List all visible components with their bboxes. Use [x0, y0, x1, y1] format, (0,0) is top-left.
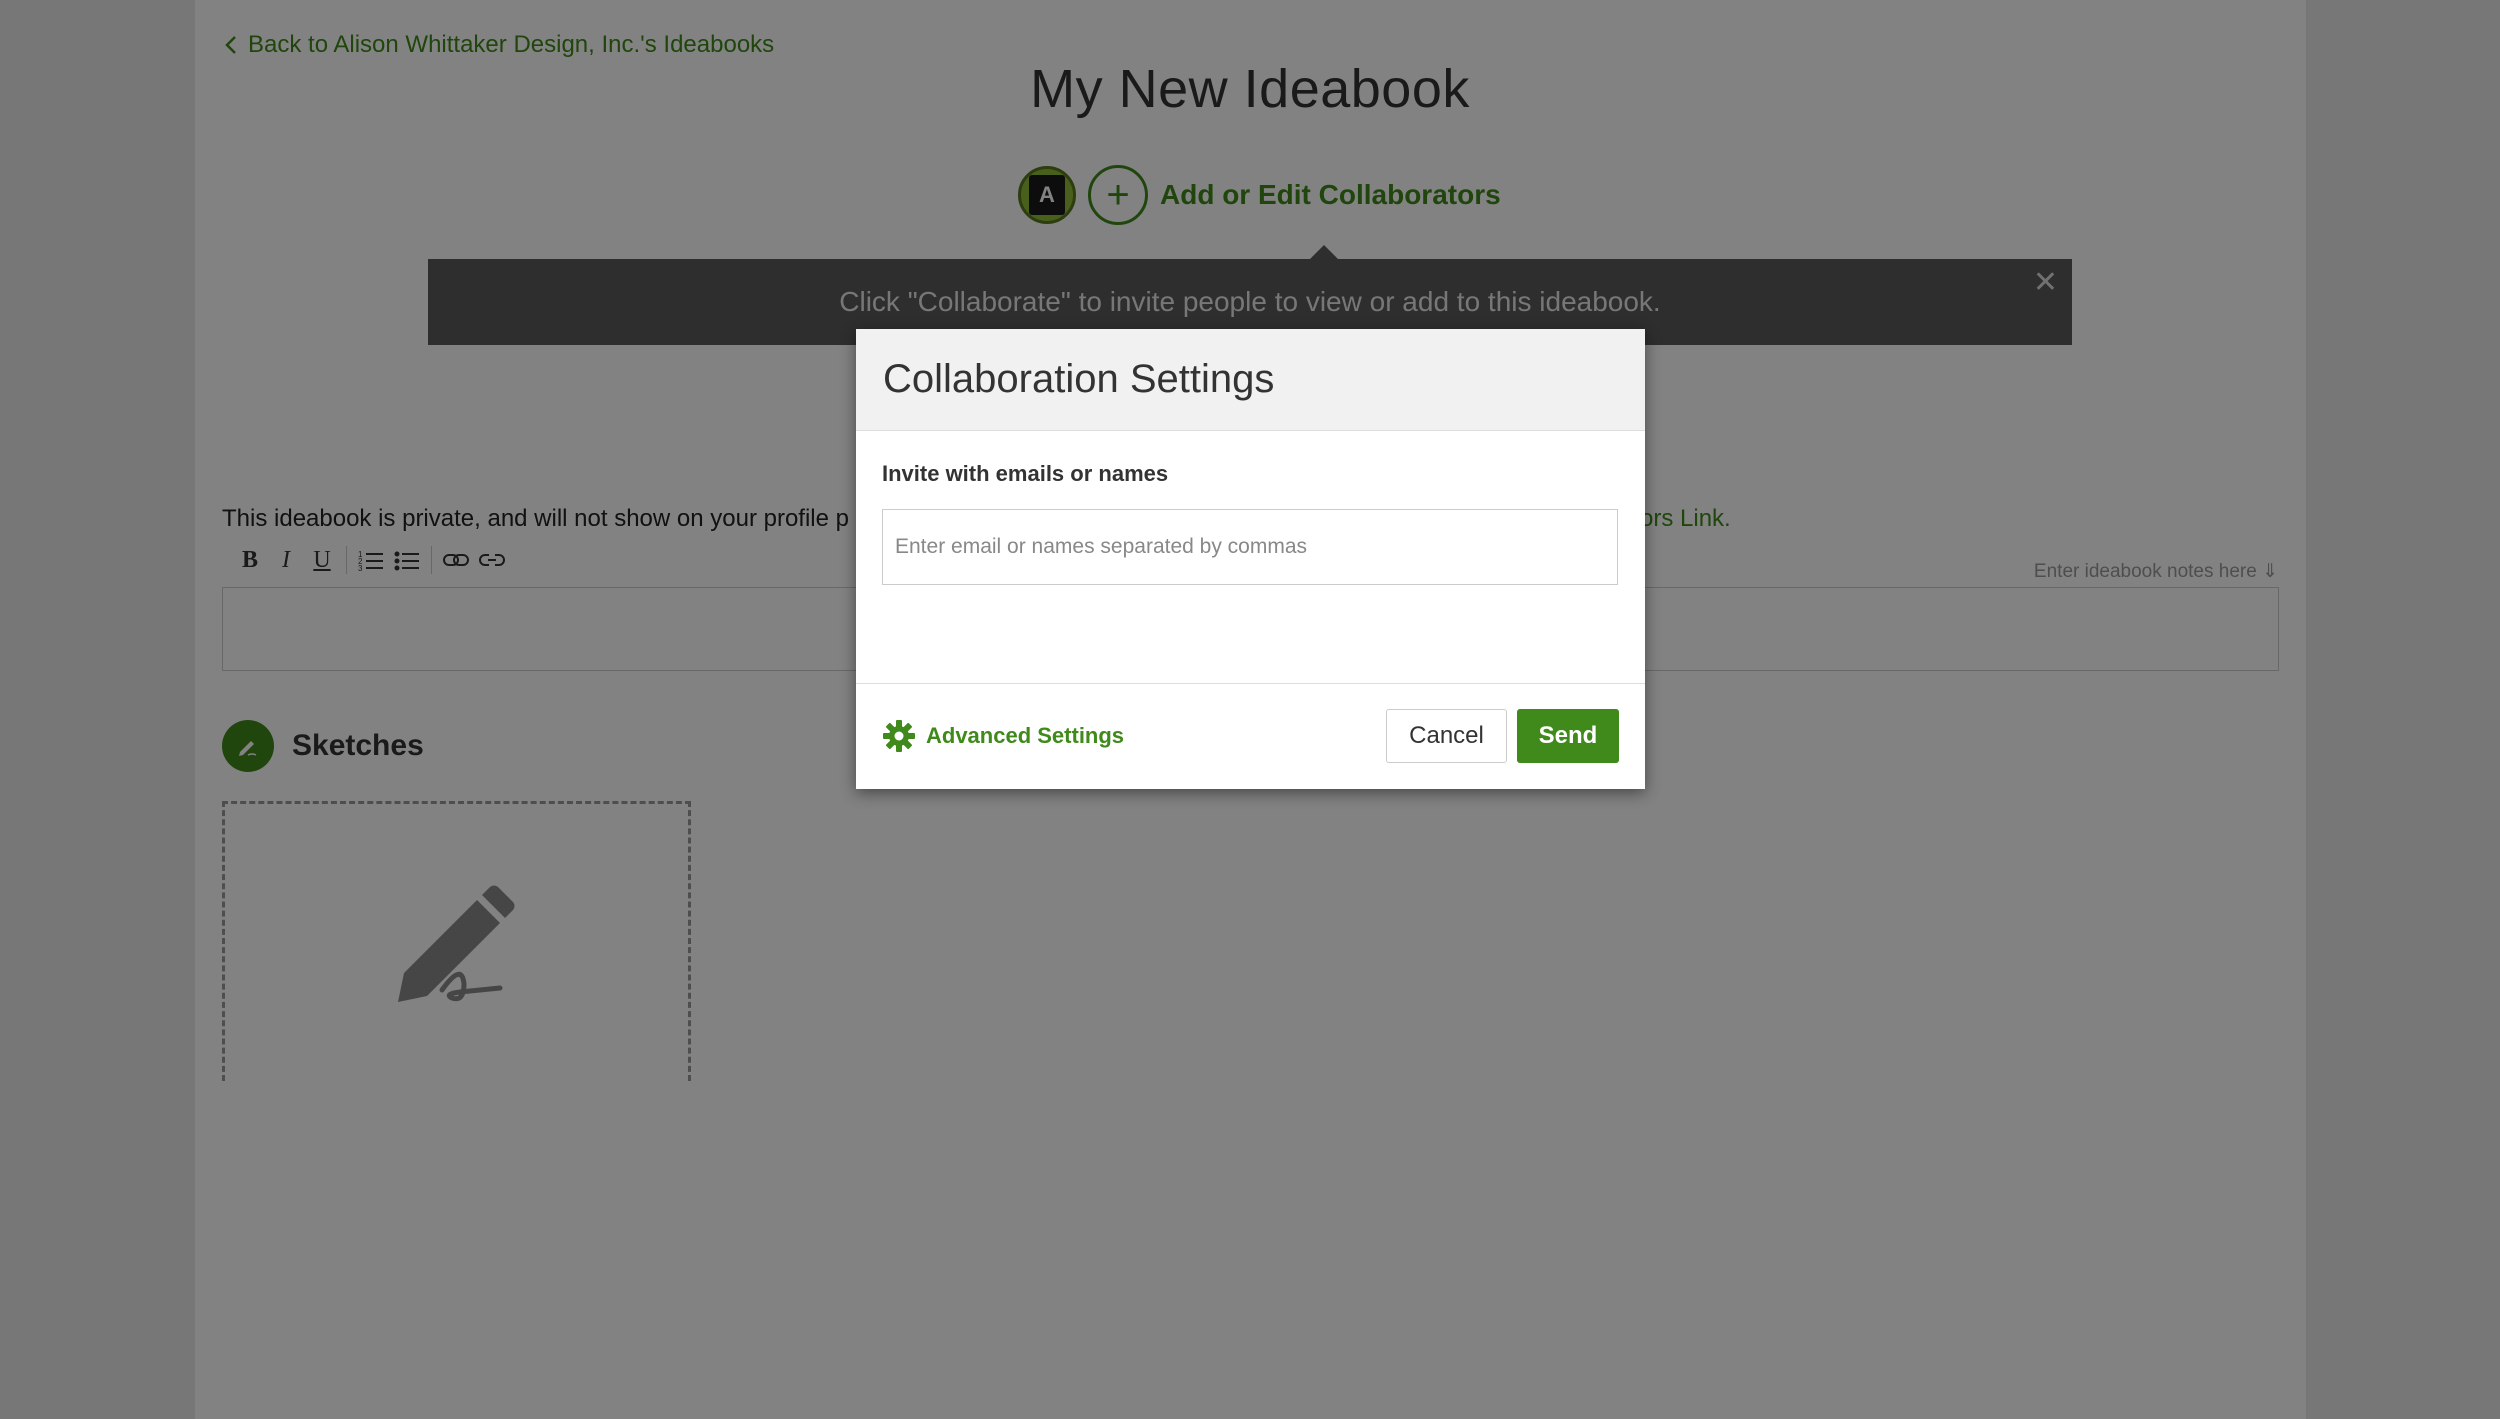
gear-icon: [883, 720, 915, 752]
cancel-button[interactable]: Cancel: [1386, 709, 1507, 763]
collaboration-settings-dialog: Collaboration Settings Invite with email…: [856, 329, 1645, 789]
invite-input[interactable]: [882, 509, 1618, 585]
dialog-title: Collaboration Settings: [883, 357, 1275, 401]
advanced-settings-label: Advanced Settings: [926, 723, 1125, 748]
dialog-header: Collaboration Settings: [856, 329, 1645, 431]
advanced-settings-link[interactable]: Advanced Settings: [882, 719, 1124, 753]
dialog-body: Invite with emails or names: [856, 431, 1645, 684]
invite-label: Invite with emails or names: [882, 461, 1169, 486]
send-button[interactable]: Send: [1517, 709, 1619, 763]
dialog-footer: Advanced Settings Cancel Send: [856, 684, 1645, 788]
